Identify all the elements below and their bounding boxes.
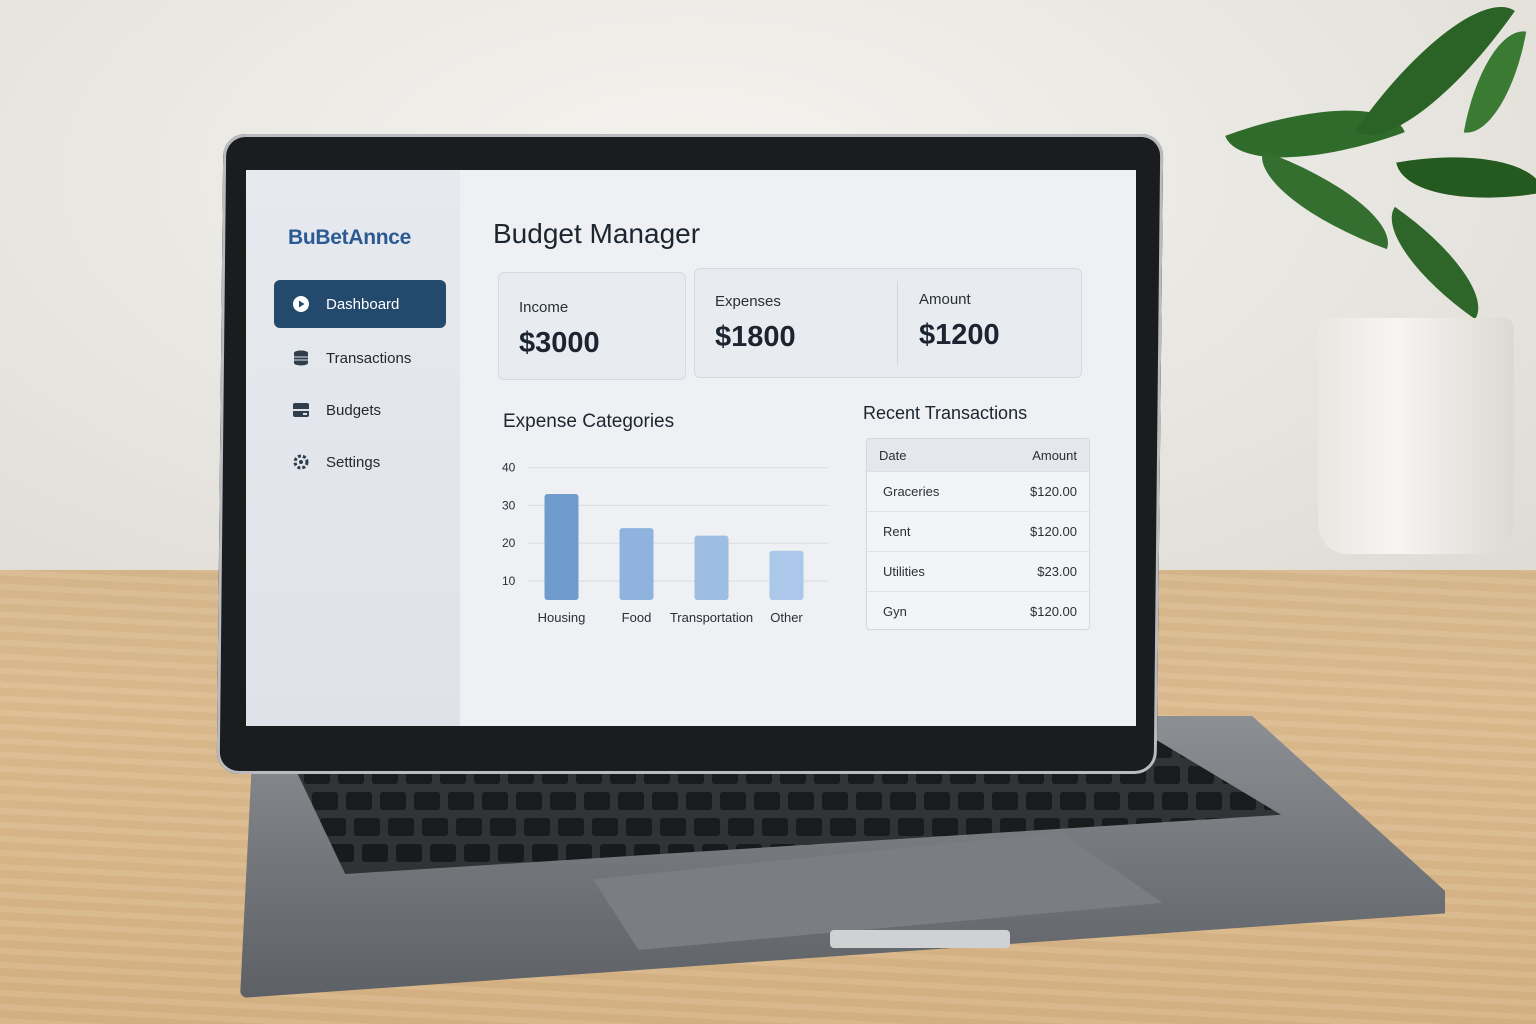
transaction-amount: $23.00 [1037,564,1077,579]
transaction-name: Gyn [883,604,907,619]
play-circle-icon [292,295,310,313]
income-card: Income $3000 [498,272,686,380]
table-row[interactable]: Gyn $120.00 [867,591,1089,629]
sidebar-item-label: Budgets [326,401,382,419]
x-tick-label: Other [770,610,803,625]
expenses-label: Expenses [715,293,781,310]
bar-other[interactable] [769,550,804,600]
column-header-date: Date [879,447,907,463]
x-tick-label: Food [622,610,652,625]
bar-transportation[interactable] [694,535,729,600]
expenses-amount-card: Expenses $1800 Amount $1200 [694,268,1082,378]
page-title: Budget Manager [493,218,701,249]
sidebar: BuBetAnnce Dashboard Transactions Budget… [246,170,460,726]
expense-bar-chart: 10 20 30 40 Housing Food Transportation Other [502,461,828,625]
bar-housing[interactable] [544,494,579,600]
gear-icon [292,453,310,471]
sidebar-item-label: Dashboard [326,295,400,313]
amount-value: $1200 [919,319,1000,351]
database-icon [292,349,310,367]
sidebar-item-label: Transactions [326,349,412,367]
sidebar-item-label: Settings [326,453,381,471]
transaction-amount: $120.00 [1030,524,1077,539]
transaction-name: Rent [883,524,911,539]
income-label: Income [519,299,569,316]
brand-logo: BuBetAnnce [288,226,412,249]
sidebar-item-budgets[interactable]: Budgets [274,386,446,434]
screen: BuBetAnnce Dashboard Transactions Budget… [246,170,1136,726]
wallet-icon [292,401,310,419]
y-tick-label: 20 [502,536,516,550]
amount-label: Amount [919,291,971,308]
expense-categories-title: Expense Categories [503,411,675,432]
x-tick-label: Housing [538,610,586,625]
transaction-name: Graceries [883,484,940,499]
sidebar-item-settings[interactable]: Settings [274,438,446,486]
x-tick-label: Transportation [670,610,753,625]
table-row[interactable]: Rent $120.00 [867,511,1089,551]
y-tick-label: 30 [502,498,516,512]
bar-food[interactable] [619,528,654,600]
transaction-name: Utilities [883,564,925,579]
y-tick-label: 40 [502,461,516,475]
recent-transactions-title: Recent Transactions [863,403,1028,423]
transaction-amount: $120.00 [1030,484,1077,499]
card-divider [897,281,898,365]
laptop-notch [830,930,1010,948]
transactions-table: Date Amount Graceries $120.00 Rent $120.… [866,438,1090,630]
transaction-amount: $120.00 [1030,604,1077,619]
table-row[interactable]: Utilities $23.00 [867,551,1089,591]
column-header-amount: Amount [1032,447,1077,463]
table-header: Date Amount [867,439,1089,471]
income-value: $3000 [519,327,600,359]
table-row[interactable]: Graceries $120.00 [867,471,1089,511]
sidebar-item-dashboard[interactable]: Dashboard [274,280,446,328]
expenses-value: $1800 [715,321,796,353]
y-tick-label: 10 [502,574,516,588]
sidebar-item-transactions[interactable]: Transactions [274,334,446,382]
